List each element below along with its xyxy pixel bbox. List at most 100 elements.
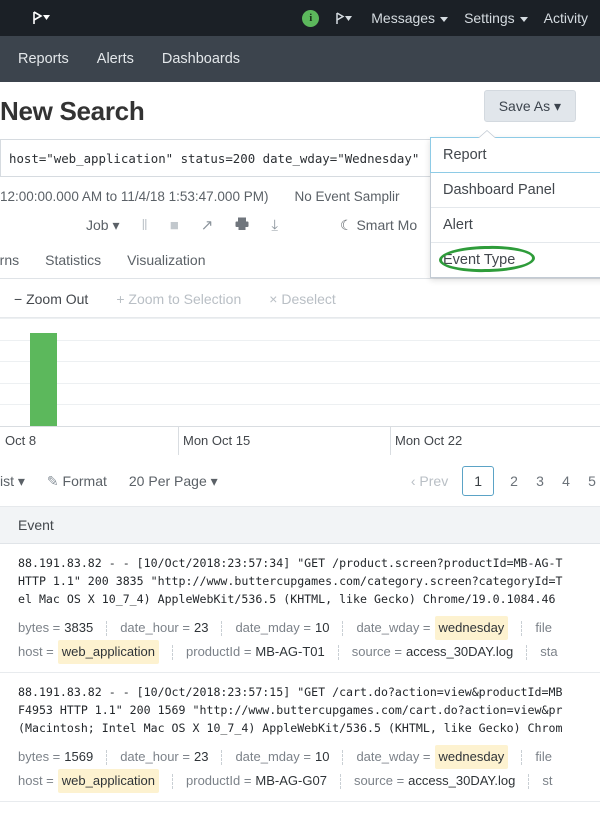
results-view-selector[interactable]: ist ▾ bbox=[0, 473, 25, 490]
chart-gridline bbox=[0, 318, 600, 319]
event-field[interactable]: productId = MB-AG-T01 bbox=[186, 641, 325, 663]
save-menu-item-label: Dashboard Panel bbox=[443, 182, 556, 198]
event-field-row: host = web_application productId = MB-AG-G0… bbox=[18, 769, 600, 793]
event-field[interactable]: date_wday = wednesday bbox=[356, 745, 509, 769]
event-field[interactable]: date_mday = 10 bbox=[235, 617, 329, 639]
share-icon[interactable]: ↗ bbox=[201, 216, 214, 234]
format-button[interactable]: ✎ Format bbox=[47, 473, 107, 490]
event-fields: bytes = 1569 date_hour = 23 date_mday = 10 dat… bbox=[18, 745, 600, 793]
event-field[interactable]: date_wday = wednesday bbox=[356, 616, 509, 640]
search-query-text: host="web_application" status=200 date_w… bbox=[9, 150, 420, 166]
event-raw-line: 88.191.83.82 - - [10/Oct/2018:23:57:15] … bbox=[18, 685, 563, 699]
plus-icon: + bbox=[116, 291, 125, 307]
export-icon[interactable]: ⤓ bbox=[271, 217, 278, 234]
event-field[interactable]: file bbox=[535, 746, 552, 768]
deselect-button[interactable]: × Deselect bbox=[269, 291, 336, 307]
tab-visualization[interactable]: Visualization bbox=[127, 252, 205, 268]
field-key: bytes = bbox=[18, 749, 61, 764]
zoom-out-label: Zoom Out bbox=[26, 291, 89, 307]
field-value: 3835 bbox=[64, 620, 94, 635]
top-navigation-bar: i Messages Settings Activity bbox=[0, 0, 600, 36]
save-menu-item-report[interactable]: Report bbox=[430, 137, 600, 173]
event-field[interactable]: date_mday = 10 bbox=[235, 746, 329, 768]
settings-menu[interactable]: Settings bbox=[464, 10, 528, 26]
zoom-out-button[interactable]: − Zoom Out bbox=[14, 291, 88, 307]
print-icon[interactable] bbox=[235, 217, 249, 234]
messages-menu[interactable]: Messages bbox=[371, 10, 449, 26]
event-field[interactable]: host = web_application bbox=[18, 769, 160, 793]
event-field[interactable]: productId = MB-AG-G07 bbox=[186, 770, 327, 792]
page-button-3[interactable]: 3 bbox=[534, 473, 546, 489]
axis-tick-label: Mon Oct 15 bbox=[183, 433, 251, 448]
search-mode-selector[interactable]: ☾ Smart Mo bbox=[340, 217, 417, 234]
field-separator bbox=[337, 644, 339, 660]
axis-tick-label: Mon Oct 22 bbox=[395, 433, 463, 448]
tab-patterns[interactable]: terns bbox=[0, 252, 19, 268]
event-field[interactable]: host = web_application bbox=[18, 640, 160, 664]
splunk-mark-icon[interactable] bbox=[335, 11, 355, 25]
settings-label: Settings bbox=[464, 10, 515, 26]
page-button-1[interactable]: 1 bbox=[462, 466, 494, 496]
event-field[interactable]: date_hour = 23 bbox=[120, 617, 208, 639]
field-key: st bbox=[542, 773, 553, 788]
time-range-label[interactable]: 12:00:00.000 AM to 11/4/18 1:53:47.000 P… bbox=[0, 189, 268, 204]
event-sampling-label[interactable]: No Event Samplir bbox=[294, 189, 399, 204]
splunk-search-page: i Messages Settings Activity Reports Ale… bbox=[0, 0, 600, 814]
prev-page-button[interactable]: ‹ Prev bbox=[411, 473, 448, 489]
page-title-row: New Search Save As ▾ bbox=[0, 82, 590, 133]
event-field[interactable]: date_hour = 23 bbox=[120, 746, 208, 768]
save-as-button[interactable]: Save As ▾ bbox=[483, 90, 576, 122]
nav-item-reports[interactable]: Reports bbox=[18, 51, 69, 67]
chart-gridline bbox=[0, 383, 600, 384]
field-value: 1569 bbox=[64, 749, 94, 764]
close-icon: × bbox=[269, 291, 278, 307]
field-separator bbox=[106, 749, 108, 765]
deselect-label: Deselect bbox=[281, 291, 336, 307]
event-field[interactable]: bytes = 3835 bbox=[18, 617, 93, 639]
field-key: host = bbox=[18, 773, 54, 788]
save-menu-item-dashboard-panel[interactable]: Dashboard Panel bbox=[431, 173, 600, 208]
field-key: date_mday = bbox=[235, 749, 311, 764]
pause-icon[interactable]: ‖ bbox=[142, 217, 148, 234]
field-separator bbox=[106, 620, 108, 636]
field-value: access_30DAY.log bbox=[406, 644, 514, 659]
event-field[interactable]: st bbox=[542, 770, 552, 792]
field-key: sta bbox=[540, 644, 558, 659]
stop-icon[interactable]: ■ bbox=[170, 217, 179, 234]
event-field[interactable]: bytes = 1569 bbox=[18, 746, 93, 768]
save-as-menu: Report Dashboard Panel Alert Event Type bbox=[430, 137, 600, 278]
top-nav-right-group: i Messages Settings Activity bbox=[302, 9, 588, 27]
menu-pointer-arrow bbox=[478, 131, 496, 139]
event-row[interactable]: 88.191.83.82 - - [10/Oct/2018:23:57:34] … bbox=[0, 544, 600, 673]
event-field[interactable]: sta bbox=[540, 641, 557, 663]
save-menu-item-event-type[interactable]: Event Type bbox=[431, 243, 600, 277]
zoom-to-selection-button[interactable]: + Zoom to Selection bbox=[116, 291, 241, 307]
chevron-left-icon: ‹ bbox=[410, 473, 416, 489]
page-button-2[interactable]: 2 bbox=[508, 473, 520, 489]
event-field[interactable]: source = access_30DAY.log bbox=[354, 770, 515, 792]
event-field[interactable]: source = access_30DAY.log bbox=[352, 641, 513, 663]
event-field[interactable]: file bbox=[535, 617, 552, 639]
events-column-header: Event bbox=[0, 507, 600, 544]
field-key: date_hour = bbox=[120, 620, 190, 635]
timeline-chart[interactable] bbox=[0, 318, 600, 426]
page-button-5[interactable]: 5 bbox=[586, 473, 598, 489]
save-menu-item-alert[interactable]: Alert bbox=[431, 208, 600, 243]
lightbulb-icon: ☾ bbox=[339, 216, 353, 233]
job-menu[interactable]: Job ▾ bbox=[86, 217, 120, 234]
field-value: 10 bbox=[314, 749, 330, 764]
per-page-selector[interactable]: 20 Per Page ▾ bbox=[129, 473, 218, 490]
nav-item-dashboards[interactable]: Dashboards bbox=[162, 51, 240, 67]
tab-statistics[interactable]: Statistics bbox=[45, 252, 101, 268]
nav-item-alerts[interactable]: Alerts bbox=[97, 51, 134, 67]
field-key: date_hour = bbox=[120, 749, 190, 764]
info-badge-icon[interactable]: i bbox=[302, 9, 320, 27]
chart-bar[interactable] bbox=[30, 333, 57, 426]
per-page-label: 20 Per Page bbox=[128, 472, 207, 489]
splunk-logo-icon[interactable] bbox=[30, 8, 56, 28]
event-row[interactable]: 88.191.83.82 - - [10/Oct/2018:23:57:15] … bbox=[0, 673, 600, 802]
chevron-down-icon: ▾ bbox=[553, 98, 561, 114]
page-button-4[interactable]: 4 bbox=[560, 473, 572, 489]
activity-menu[interactable]: Activity bbox=[544, 10, 588, 26]
minus-icon: − bbox=[14, 291, 23, 307]
